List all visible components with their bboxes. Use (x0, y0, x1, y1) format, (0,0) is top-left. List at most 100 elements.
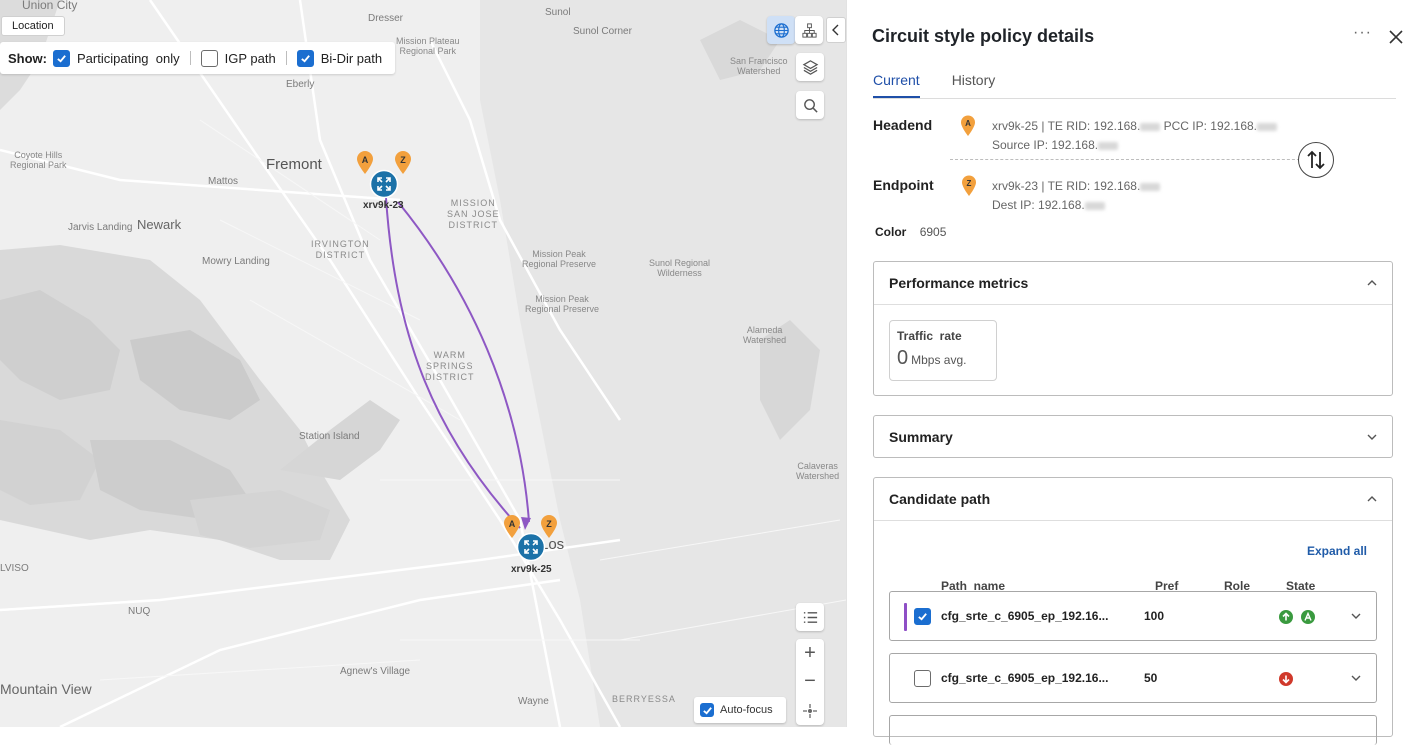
candidate-path-card: Candidate path Expand all Path name Pref… (873, 477, 1393, 745)
redacted (1140, 122, 1161, 131)
pin-letter: Z (967, 179, 972, 188)
map-label: Fremont (266, 156, 322, 173)
map-label: Jarvis Landing (68, 222, 133, 233)
node-label: xrv9k-25 (511, 564, 552, 575)
traffic-rate-tile: Traffic rate 0 Mbps avg. (889, 320, 997, 381)
divider (285, 51, 287, 65)
router-node-icon[interactable] (516, 532, 546, 562)
candidate-path-row[interactable] (889, 715, 1377, 745)
checkbox-checked-icon[interactable] (53, 49, 70, 67)
map-label: BERRYESSA (612, 694, 676, 704)
map-label: LVISO (0, 563, 29, 574)
auto-focus-label: Auto-focus (720, 704, 773, 716)
zoom-in-button[interactable]: + (796, 639, 824, 667)
map-view[interactable]: Union City Fremont Newark Mattos Mowry L… (0, 0, 846, 727)
candidate-path-row[interactable]: cfg_srte_c_6905_ep_192.16... 100 (889, 591, 1377, 641)
map-label: Mission Plateau Regional Park (396, 36, 460, 56)
headend-detail: xrv9k-25 | TE RID: 192.168. PCC IP: 192.… (992, 119, 1278, 133)
checkbox-checked-icon[interactable] (700, 703, 714, 717)
tab-current[interactable]: Current (873, 72, 920, 98)
redacted (1098, 141, 1119, 150)
state-down-icon (1279, 672, 1293, 686)
topology-view-button[interactable] (795, 16, 823, 44)
map-label: MISSION SAN JOSE DISTRICT (447, 198, 500, 230)
candidate-path-row[interactable]: cfg_srte_c_6905_ep_192.16... 50 (889, 653, 1377, 703)
map-label: San Francisco Watershed (730, 56, 788, 76)
node-label: xrv9k-23 (363, 200, 404, 211)
map-label: Mission Peak Regional Preserve (522, 249, 597, 269)
map-label: Mattos (208, 176, 239, 187)
map-search-button[interactable] (796, 91, 824, 119)
recenter-button[interactable] (796, 697, 824, 725)
zoom-out-button[interactable]: − (796, 668, 824, 696)
legend-button[interactable] (796, 603, 824, 631)
participating-only-toggle[interactable]: Participating only (53, 49, 180, 67)
pin-z-icon: Z (962, 175, 976, 196)
layers-icon (802, 59, 818, 75)
dest-ip-text: Dest IP: 192.168. (992, 198, 1085, 212)
map-label: Coyote Hills Regional Park (10, 150, 67, 170)
state-up-icon (1279, 610, 1293, 624)
map-label: Station Island (299, 431, 360, 442)
checkbox-checked-icon[interactable] (296, 49, 314, 67)
endpoint-label: Endpoint (873, 177, 934, 193)
policy-details-panel: Circuit style policy details ··· Current… (846, 0, 1408, 745)
map-label: WARM SPRINGS DISTRICT (425, 350, 475, 382)
pin-letter: A (362, 155, 369, 165)
candidate-path-header[interactable]: Candidate path (874, 478, 1392, 520)
summary-card: Summary (873, 415, 1393, 458)
checkbox-unchecked-icon[interactable] (914, 670, 931, 687)
path-pref: 50 (1144, 671, 1158, 685)
map-label: Mountain View (0, 681, 92, 697)
metric-unit: Mbps avg. (911, 353, 967, 367)
map-label: Agnew's Village (340, 666, 411, 677)
connector-line (950, 159, 1310, 160)
collapse-left-button[interactable] (826, 17, 846, 43)
checkbox-checked-icon[interactable] (914, 608, 931, 625)
chevron-down-icon[interactable] (1350, 672, 1362, 684)
state-active-icon (1301, 610, 1315, 624)
redacted (1140, 182, 1161, 191)
panel-tabs: Current History (873, 72, 1396, 99)
color-row: Color 6905 (875, 225, 946, 239)
option-label: Participating only (77, 50, 180, 66)
map-label: Alameda Watershed (743, 325, 787, 345)
summary-header[interactable]: Summary (874, 416, 1392, 458)
color-label: Color (875, 225, 907, 239)
bidir-path-toggle[interactable]: Bi-Dir path (296, 49, 383, 67)
search-icon (803, 98, 818, 113)
pin-letter: Z (400, 155, 406, 165)
chevron-down-icon[interactable] (1350, 610, 1362, 622)
path-color-bar (904, 603, 907, 631)
card-title: Performance metrics (889, 275, 1029, 291)
option-label: Bi-Dir path (320, 50, 383, 66)
pin-letter: A (509, 519, 516, 529)
map-label: Sunol Regional Wilderness (649, 258, 711, 278)
map-label: Mission Peak Regional Preserve (525, 294, 600, 314)
location-chip[interactable]: Location (1, 16, 65, 36)
pin-letter: Z (546, 519, 552, 529)
map-label: Newark (137, 217, 182, 232)
swap-direction-button[interactable] (1298, 142, 1334, 178)
divider (189, 51, 191, 65)
tab-history[interactable]: History (952, 72, 996, 98)
list-icon (803, 611, 817, 623)
endpoint-te-rid: xrv9k-23 | TE RID: 192.168. (992, 179, 1141, 193)
igp-path-toggle[interactable]: IGP path (200, 49, 276, 67)
path-pref: 100 (1144, 609, 1165, 623)
source-ip-text: Source IP: 192.168. (992, 138, 1099, 152)
performance-metrics-body: Traffic rate 0 Mbps avg. (874, 304, 1392, 396)
card-title: Summary (889, 429, 953, 445)
auto-focus-toggle[interactable]: Auto-focus (694, 697, 786, 723)
map-label: Calaveras Watershed (796, 461, 840, 481)
expand-all-link[interactable]: Expand all (1307, 544, 1367, 558)
close-icon[interactable] (1387, 28, 1405, 46)
router-node-icon[interactable] (369, 169, 399, 199)
map-label: Union City (22, 0, 78, 12)
more-options-button[interactable]: ··· (1353, 24, 1372, 42)
geo-view-button[interactable] (767, 16, 795, 44)
performance-metrics-header[interactable]: Performance metrics (874, 262, 1392, 304)
checkbox-unchecked-icon[interactable] (200, 49, 218, 67)
redacted (1257, 122, 1278, 131)
layers-button[interactable] (796, 53, 824, 81)
